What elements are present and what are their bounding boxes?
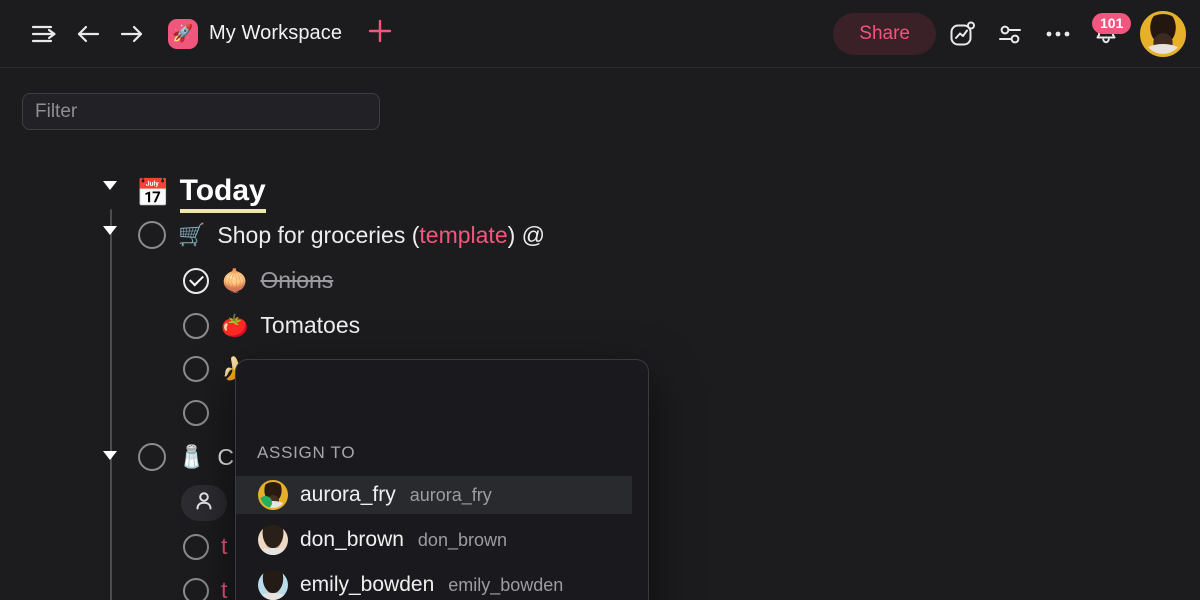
checkbox-onions[interactable] (183, 267, 209, 294)
list-item: t (183, 577, 227, 600)
list-item: 🍅 Tomatoes (183, 312, 360, 339)
section-header-today: 📅 Today (136, 175, 266, 213)
user-handle: aurora_fry (409, 484, 492, 505)
outline-body: 📅 Today 🛒 Shop for groceries (template) … (0, 68, 1200, 600)
add-button[interactable] (362, 16, 398, 52)
workspace-name: My Workspace (209, 22, 343, 44)
user-option-emily-bowden[interactable]: emily_bowden emily_bowden (236, 566, 632, 600)
caret-down-icon (103, 226, 117, 235)
avatar (258, 525, 288, 555)
filters-button[interactable] (988, 12, 1032, 56)
user-option-don-brown[interactable]: don_brown don_brown (236, 521, 632, 559)
sidebar-toggle-button[interactable] (22, 12, 66, 56)
assign-to-label: ASSIGN TO (257, 443, 356, 462)
ellipsis-icon (1044, 29, 1072, 39)
arrow-left-icon (75, 23, 101, 45)
onion-icon: 🧅 (221, 267, 249, 293)
plus-icon (367, 18, 393, 49)
checkbox-item-5[interactable] (183, 400, 209, 426)
activity-chart-icon (948, 20, 976, 48)
page-title: Today (179, 175, 266, 213)
list-item: 🛒 Shop for groceries (template) @ (138, 221, 545, 249)
avatar (258, 480, 288, 510)
shopping-cart-icon: 🛒 (178, 222, 206, 247)
user-option-aurora-fry[interactable]: aurora_fry aurora_fry (236, 476, 632, 514)
notifications-button[interactable]: 101 (1084, 12, 1132, 56)
outline-guide-line (110, 209, 112, 600)
checkbox-item-7[interactable] (183, 533, 209, 560)
item-label-tomatoes: Tomatoes (260, 312, 361, 338)
calendar-icon: 📅 (136, 178, 170, 209)
sliders-icon (996, 20, 1024, 48)
activity-button[interactable] (940, 12, 984, 56)
caret-down-icon (103, 181, 117, 190)
item-label-onions: Onions (260, 267, 334, 293)
user-name: aurora_fry (300, 483, 396, 506)
checkbox-item-8[interactable] (183, 577, 209, 600)
section-caret-today[interactable] (103, 181, 117, 190)
notification-badge: 101 (1092, 13, 1132, 35)
share-button[interactable]: Share (833, 13, 936, 55)
template-link[interactable]: template (419, 222, 507, 248)
checkbox-banana[interactable] (183, 356, 209, 382)
person-icon (193, 490, 215, 517)
filter-input[interactable] (22, 93, 380, 130)
user-handle: don_brown (417, 529, 507, 550)
top-bar: 🚀 My Workspace Share 101 (0, 0, 1200, 68)
list-item: t (183, 533, 227, 560)
topbar-left-group: 🚀 My Workspace (0, 12, 398, 56)
back-button[interactable] (66, 12, 110, 56)
checkbox-groceries[interactable] (138, 221, 166, 249)
item-label-item-8: t (221, 577, 228, 600)
topbar-right-group: Share 101 (833, 0, 1186, 68)
sidebar-toggle-icon (31, 24, 57, 44)
tomato-icon: 🍅 (221, 312, 249, 338)
avatar (258, 570, 288, 600)
item-label-groceries: Shop for groceries (template) @ (217, 221, 546, 248)
user-handle: emily_bowden (448, 574, 564, 595)
list-item (183, 400, 209, 426)
checkbox-tomatoes[interactable] (183, 312, 209, 339)
workspace-emoji-icon: 🚀 (168, 18, 198, 49)
item-label-item-7: t (221, 533, 228, 559)
caret-down-icon (103, 451, 117, 460)
avatar[interactable] (1140, 11, 1186, 57)
user-name: emily_bowden (300, 573, 435, 596)
forward-button[interactable] (110, 12, 154, 56)
online-status-dot (260, 496, 272, 508)
item-caret-groceries[interactable] (103, 226, 117, 235)
user-name: don_brown (300, 528, 404, 551)
arrow-right-icon (119, 23, 145, 45)
salt-shaker-icon: 🧂 (178, 444, 206, 469)
item-caret-ch[interactable] (103, 451, 117, 460)
checkbox-ch[interactable] (138, 443, 166, 471)
list-item: 🧂 Ch (138, 443, 247, 471)
workspace-chip[interactable]: 🚀 My Workspace (168, 18, 343, 49)
list-item: 🧅 Onions (183, 267, 333, 294)
assign-chip-button[interactable] (181, 485, 227, 521)
more-options-button[interactable] (1036, 12, 1080, 56)
